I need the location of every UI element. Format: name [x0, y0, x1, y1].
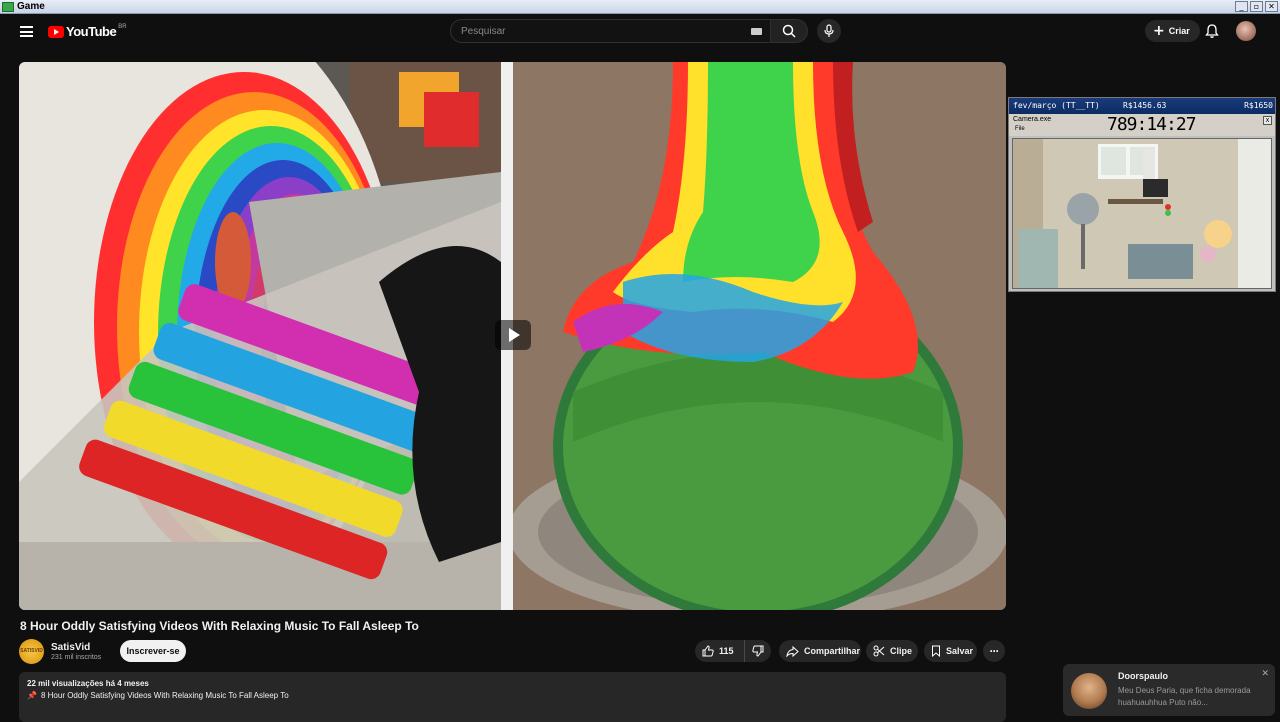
scissors-icon — [873, 645, 885, 657]
youtube-logo[interactable]: YouTube BR — [48, 24, 127, 39]
video-player[interactable] — [19, 62, 1006, 610]
play-icon — [509, 328, 520, 342]
keyboard-icon[interactable] — [751, 28, 762, 35]
window-title: Game — [17, 1, 45, 12]
rainbow-clay-scene — [19, 62, 501, 610]
webcam-feed — [1012, 138, 1272, 289]
plus-icon: + — [1153, 23, 1165, 39]
chat-notification-toast[interactable]: Doorspaulo Meu Deus Paria, que ficha dem… — [1063, 664, 1275, 716]
voice-search-button[interactable] — [817, 19, 841, 43]
video-title: 8 Hour Oddly Satisfying Videos With Rela… — [20, 619, 419, 633]
minimize-button[interactable]: _ — [1235, 1, 1248, 12]
overlay-period: fev/março (TT__TT) — [1013, 101, 1100, 110]
logo-text: YouTube — [66, 24, 117, 39]
description-text: 8 Hour Oddly Satisfying Videos With Rela… — [40, 691, 289, 700]
stream-overlay-window: fev/março (TT__TT) R$1456.63 R$1650 Came… — [1008, 97, 1276, 292]
share-label: Compartilhar — [804, 646, 861, 656]
watermelon-paint-scene — [513, 62, 1006, 610]
channel-avatar[interactable]: SATISVID — [19, 639, 44, 664]
bell-icon — [1205, 24, 1219, 38]
create-button[interactable]: + Criar — [1145, 20, 1200, 42]
search-button[interactable] — [770, 19, 808, 43]
camera-file-menu[interactable]: File — [1015, 126, 1025, 132]
microphone-icon — [824, 24, 834, 37]
channel-name[interactable]: SatisVid — [51, 642, 90, 653]
search-input[interactable] — [451, 25, 741, 37]
description-first-line: 📌 8 Hour Oddly Satisfying Videos With Re… — [27, 691, 289, 700]
play-button[interactable] — [495, 320, 531, 350]
toast-message: Meu Deus Paria, que ficha demorada huahu… — [1118, 686, 1251, 707]
save-label: Salvar — [946, 646, 974, 656]
search-icon — [782, 24, 796, 38]
webcam-room-scene — [1013, 139, 1271, 288]
camera-close-button[interactable]: x — [1263, 116, 1272, 125]
create-label: Criar — [1168, 26, 1190, 36]
toast-user-avatar — [1071, 673, 1107, 709]
thumbs-down-icon — [752, 645, 764, 657]
description-box[interactable]: 22 mil visualizações há 4 meses 📌 8 Hour… — [19, 672, 1006, 722]
search-box — [450, 19, 771, 43]
camera-window-titlebar: Camera.exe File 789:14:27 x — [1009, 114, 1275, 136]
pin-icon: 📌 — [27, 691, 37, 700]
overlay-money-current: R$1456.63 — [1123, 101, 1167, 110]
notifications-button[interactable] — [1203, 22, 1221, 40]
overlay-stats-bar: fev/março (TT__TT) R$1456.63 R$1650 — [1009, 98, 1275, 114]
video-frame-left — [19, 62, 501, 610]
save-button[interactable]: Salvar — [924, 640, 977, 662]
clip-button[interactable]: Clipe — [866, 640, 918, 662]
camera-window-title: Camera.exe — [1013, 116, 1052, 123]
toast-username: Doorspaulo — [1118, 671, 1169, 681]
stream-timer: 789:14:27 — [1107, 114, 1197, 135]
like-button[interactable]: 115 — [695, 640, 745, 662]
maximize-button[interactable]: ▫ — [1250, 1, 1263, 12]
dislike-button[interactable] — [745, 640, 771, 662]
thumbs-up-icon — [702, 645, 714, 657]
view-count-and-date: 22 mil visualizações há 4 meses — [27, 679, 149, 688]
like-dislike-group: 115 — [695, 640, 771, 662]
share-icon — [786, 645, 799, 657]
channel-subscriber-count: 231 mil inscritos — [51, 654, 102, 661]
share-button[interactable]: Compartilhar — [779, 640, 861, 662]
subscribe-button[interactable]: Inscrever-se — [120, 640, 186, 662]
bookmark-icon — [932, 645, 940, 657]
clip-label: Clipe — [890, 646, 913, 656]
window-controls: _ ▫ ✕ — [1235, 1, 1278, 12]
video-frame-right — [513, 62, 1006, 610]
youtube-play-logo-icon — [48, 25, 64, 38]
menu-icon[interactable] — [20, 26, 33, 37]
overlay-money-goal: R$1650 — [1244, 101, 1273, 110]
like-count: 115 — [719, 646, 734, 656]
close-window-button[interactable]: ✕ — [1265, 1, 1278, 12]
toast-close-icon[interactable]: ✕ — [1261, 669, 1269, 679]
user-avatar[interactable] — [1236, 21, 1256, 41]
window-titlebar: Game _ ▫ ✕ — [0, 0, 1280, 14]
youtube-header: YouTube BR + Criar — [0, 14, 1280, 50]
game-app-icon — [2, 1, 14, 12]
more-actions-button[interactable]: ··· — [983, 640, 1005, 662]
logo-country-code: BR — [118, 24, 127, 30]
